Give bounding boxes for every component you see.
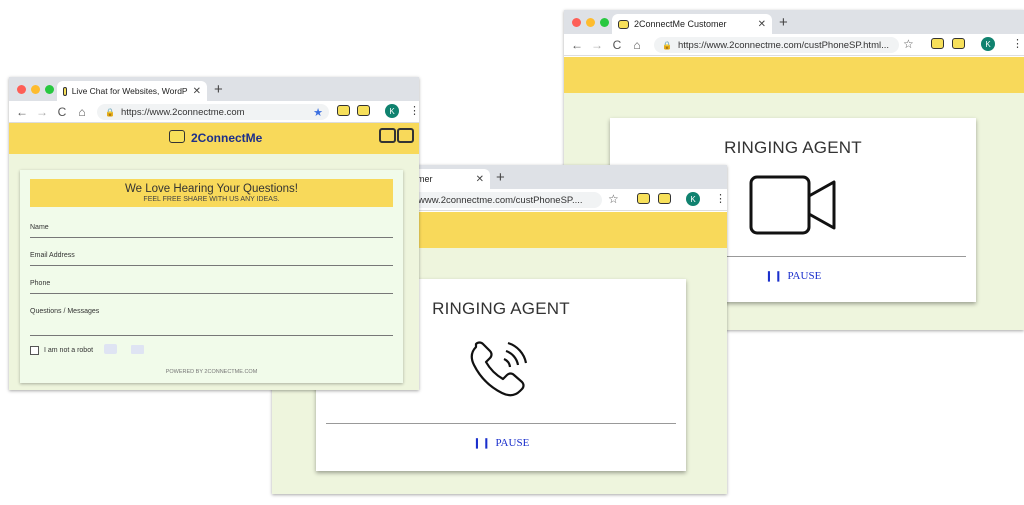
tab-title: Live Chat for Websites, WordP <box>71 86 188 96</box>
minimize-window-button[interactable] <box>586 18 595 27</box>
extension-icon-2[interactable] <box>357 105 370 116</box>
close-tab-icon[interactable]: ✕ <box>758 19 766 30</box>
tab-strip: 2ConnectMe Customer ✕ + <box>564 10 1024 34</box>
header-band <box>564 57 1024 93</box>
lock-icon: 🔒 <box>662 40 672 50</box>
2connectme-favicon-icon <box>618 19 629 29</box>
lock-icon: 🔒 <box>105 107 115 117</box>
2connectme-logo-icon <box>169 130 185 143</box>
phone-field[interactable]: Phone <box>30 280 393 294</box>
site-header: 2ConnectMe <box>9 123 419 154</box>
address-bar[interactable]: www.2connectme.com/custPhoneSP.... <box>412 192 602 208</box>
address-bar[interactable]: 🔒 https://www.2connectme.com ★ <box>97 104 329 120</box>
new-tab-button[interactable]: + <box>214 81 223 98</box>
form-subtitle: FEEL FREE SHARE WITH US ANY IDEAS. <box>143 196 280 203</box>
extension-icon-2[interactable] <box>952 38 965 49</box>
browser-toolbar: ← → C ⌂ 🔒 https://www.2connectme.com ★ K… <box>9 101 419 123</box>
forward-icon[interactable]: → <box>35 105 49 119</box>
extension-icon[interactable] <box>931 38 944 49</box>
ringing-title: RINGING AGENT <box>724 138 862 157</box>
back-icon[interactable]: ← <box>15 105 29 119</box>
profile-avatar[interactable]: K <box>981 37 995 51</box>
minimize-window-button[interactable] <box>31 85 40 94</box>
chat-icon[interactable] <box>104 344 117 354</box>
email-icon[interactable] <box>131 345 144 354</box>
back-icon[interactable]: ← <box>570 38 584 52</box>
2connectme-favicon-icon <box>63 86 67 96</box>
home-icon[interactable]: ⌂ <box>75 105 89 119</box>
pause-label: PAUSE <box>495 437 530 449</box>
bookmark-star-icon[interactable]: ☆ <box>608 192 619 206</box>
pause-icon: ❙❙ <box>764 271 784 282</box>
tab-strip: Live Chat for Websites, WordP ✕ + <box>9 77 419 101</box>
reload-icon[interactable]: C <box>55 105 69 119</box>
brand-name: 2ConnectMe <box>191 131 263 145</box>
zoom-window-button[interactable] <box>45 85 54 94</box>
close-window-button[interactable] <box>572 18 581 27</box>
contact-form-card: We Love Hearing Your Questions! FEEL FRE… <box>20 170 403 383</box>
form-title: We Love Hearing Your Questions! <box>124 183 299 195</box>
video-camera-icon <box>749 175 836 235</box>
tab-title: 2ConnectMe Customer <box>634 19 727 29</box>
bookmark-star-icon[interactable]: ☆ <box>903 37 914 51</box>
menu-kebab-icon[interactable]: ⋮ <box>715 192 726 205</box>
phone-ringing-icon <box>470 341 528 397</box>
captcha-label: I am not a robot <box>44 347 94 354</box>
browser-tab[interactable]: 2ConnectMe Customer ✕ <box>612 14 772 34</box>
close-tab-icon[interactable]: ✕ <box>193 86 201 97</box>
message-field[interactable]: Questions / Messages <box>30 308 393 336</box>
profile-avatar[interactable]: K <box>686 192 700 206</box>
new-tab-button[interactable]: + <box>779 14 788 31</box>
address-bar[interactable]: 🔒 https://www.2connectme.com/custPhoneSP… <box>654 37 899 53</box>
powered-by: POWERED BY 2CONNECTME.COM <box>165 369 258 375</box>
captcha-checkbox[interactable] <box>30 346 39 355</box>
close-tab-icon[interactable]: ✕ <box>476 174 484 185</box>
form-header: We Love Hearing Your Questions! FEEL FRE… <box>30 179 393 207</box>
url-text: www.2connectme.com/custPhoneSP.... <box>418 194 583 206</box>
extension-icon[interactable] <box>637 193 650 204</box>
profile-avatar[interactable]: K <box>385 104 399 118</box>
expand-widget-icon[interactable] <box>397 128 414 143</box>
new-tab-button[interactable]: + <box>496 169 505 186</box>
email-field[interactable]: Email Address <box>30 252 393 266</box>
pause-icon: ❙❙ <box>472 438 492 449</box>
reload-icon[interactable]: C <box>610 38 624 52</box>
name-field[interactable]: Name <box>30 224 393 238</box>
close-window-button[interactable] <box>17 85 26 94</box>
divider <box>326 423 676 424</box>
menu-kebab-icon[interactable]: ⋮ <box>409 104 419 117</box>
minimize-widget-icon[interactable] <box>379 128 396 143</box>
forward-icon[interactable]: → <box>590 38 604 52</box>
pause-label: PAUSE <box>787 270 822 282</box>
zoom-window-button[interactable] <box>600 18 609 27</box>
pause-button[interactable]: ❙❙ PAUSE <box>316 437 686 449</box>
url-text: https://www.2connectme.com <box>120 106 245 118</box>
browser-tab[interactable]: Live Chat for Websites, WordP ✕ <box>57 81 207 101</box>
url-text: https://www.2connectme.com/custPhoneSP.h… <box>677 39 890 51</box>
bookmark-star-icon[interactable]: ★ <box>313 106 323 119</box>
extension-icon-2[interactable] <box>658 193 671 204</box>
window-controls <box>572 18 609 27</box>
window-controls <box>17 85 54 94</box>
home-icon[interactable]: ⌂ <box>630 38 644 52</box>
menu-kebab-icon[interactable]: ⋮ <box>1012 37 1023 50</box>
extension-icon[interactable] <box>337 105 350 116</box>
browser-window-form: Live Chat for Websites, WordP ✕ + ← → C … <box>9 77 419 390</box>
browser-toolbar: ← → C ⌂ 🔒 https://www.2connectme.com/cus… <box>564 34 1024 56</box>
